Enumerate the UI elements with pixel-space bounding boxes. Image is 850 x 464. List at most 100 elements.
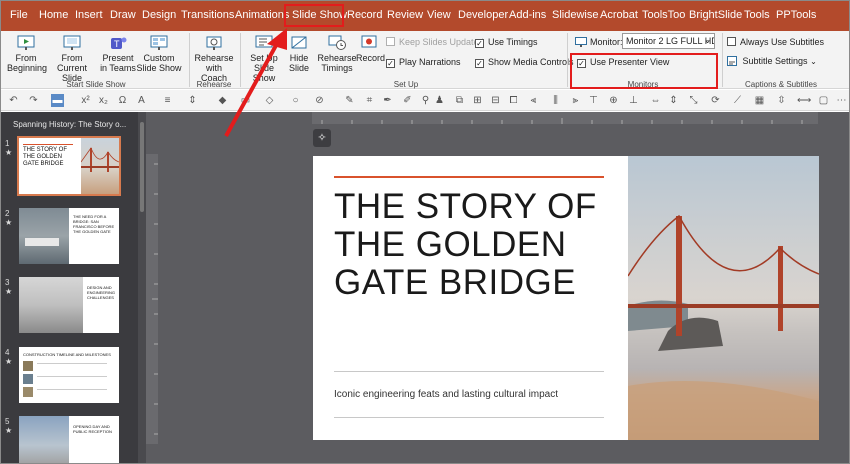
thumbnail-title: CONSTRUCTION TIMELINE AND MILESTONES <box>23 352 111 357</box>
menu-bar: File Home Insert Draw Design Transitions… <box>1 1 849 31</box>
more-icon[interactable]: ⋯ <box>835 94 848 107</box>
align-left-icon[interactable]: ⫷ <box>527 94 540 107</box>
bring-forward-icon[interactable]: ⧠ <box>507 94 520 107</box>
align-objects-icon[interactable]: ⊞ <box>471 94 484 107</box>
tab-review[interactable]: Review <box>387 9 423 21</box>
distribute-icon[interactable]: ⊟ <box>489 94 502 107</box>
distribute-vertical-icon[interactable]: ⇕ <box>667 94 680 107</box>
crop-icon[interactable]: ⌗ <box>363 94 376 107</box>
slide-subtitle[interactable]: Iconic engineering feats and lasting cul… <box>334 389 558 400</box>
tab-insert[interactable]: Insert <box>75 9 103 21</box>
tab-tools[interactable]: Tools <box>744 9 770 21</box>
subscript-icon[interactable]: x₂ <box>97 94 110 107</box>
box-icon[interactable]: ▢ <box>817 94 830 107</box>
scrollbar-thumb[interactable] <box>140 122 144 212</box>
brush-icon[interactable]: ✐ <box>401 94 414 107</box>
use-timings-checkbox[interactable]: ✓ Use Timings <box>475 37 538 48</box>
keep-slides-updated-checkbox[interactable]: Keep Slides Updated <box>386 37 484 47</box>
from-beginning-label: From Beginning <box>7 53 48 73</box>
align-center-icon[interactable]: ⫼ <box>549 94 562 107</box>
spacing-icon[interactable]: ⇳ <box>775 94 788 107</box>
monitor-label: Monitor: <box>590 37 623 47</box>
thumbnail-scrollbar[interactable] <box>138 112 146 463</box>
align-bottom-icon[interactable]: ⊥ <box>627 94 640 107</box>
group-label-set-up: Set Up <box>393 80 419 89</box>
tab-slidewise[interactable]: Slidewise <box>552 9 598 21</box>
font-icon[interactable]: A <box>135 94 148 107</box>
slide-thumbnail-2[interactable]: THE NEED FOR A BRIDGE: SAN FRANCISCO BEF… <box>19 208 119 264</box>
align-icon[interactable]: ≡ <box>161 94 174 107</box>
play-narrations-checkbox[interactable]: ✓ Play Narrations <box>386 57 461 68</box>
group-label-start-slide-show: Start Slide Show <box>66 80 126 89</box>
grid-icon[interactable]: ▦ <box>753 94 766 107</box>
rehearse-timings-button[interactable]: Rehearse Timings <box>317 35 357 73</box>
shape-fill-icon[interactable]: ▬ <box>51 94 64 107</box>
text-direction-icon[interactable]: ⇕ <box>186 94 199 107</box>
timer-icon <box>328 35 346 50</box>
present-in-teams-button[interactable]: T Present in Teams <box>100 35 136 73</box>
effects-icon[interactable]: ⊘ <box>313 94 326 107</box>
keep-slides-updated-label: Keep Slides Updated <box>399 37 484 47</box>
tab-design[interactable]: Design <box>142 9 176 21</box>
thumbnail-number: 1 ★ <box>5 139 13 157</box>
presentation-title: Spanning History: The Story o... <box>13 120 127 129</box>
rotate-icon[interactable]: ⟳ <box>709 94 722 107</box>
align-middle-icon[interactable]: ⊕ <box>607 94 620 107</box>
record-icon <box>361 35 377 48</box>
slide-thumbnail-1[interactable]: THE STORY OF THE GOLDEN GATE BRIDGE <box>17 136 121 196</box>
distribute-horizontal-icon[interactable]: ⇔ <box>649 94 662 107</box>
tab-animations[interactable]: Animations <box>235 9 289 21</box>
format-painter-icon[interactable]: ✎ <box>343 94 356 107</box>
tab-toolstoo[interactable]: ToolsToo <box>642 9 685 21</box>
checkbox-box: ✓ <box>475 59 484 68</box>
line-icon[interactable]: ⟋ <box>731 94 744 107</box>
thumbnail-number: 5 ★ <box>5 417 13 435</box>
redo-icon[interactable]: ↷ <box>27 94 40 107</box>
tab-brightslide[interactable]: BrightSlide <box>689 9 742 21</box>
eyedropper-icon[interactable]: ⚲ <box>419 94 432 107</box>
group-icon[interactable]: ⧉ <box>453 94 466 107</box>
tab-home[interactable]: Home <box>39 9 68 21</box>
show-media-controls-checkbox[interactable]: ✓ Show Media Controls <box>475 57 574 68</box>
always-use-subtitles-checkbox[interactable]: Always Use Subtitles <box>727 37 824 47</box>
subtitle-settings-button[interactable]: Subtitle Settings ⌄ <box>727 56 817 66</box>
slide-thumbnail-4[interactable]: CONSTRUCTION TIMELINE AND MILESTONES <box>19 347 119 403</box>
record-button[interactable]: Record <box>356 35 385 63</box>
align-top-icon[interactable]: ⊤ <box>587 94 600 107</box>
custom-slide-show-button[interactable]: Custom Slide Show <box>136 35 182 73</box>
tab-draw[interactable]: Draw <box>110 9 136 21</box>
from-beginning-button[interactable]: From Beginning <box>7 35 48 73</box>
slide-thumbnail-5[interactable]: OPENING DAY AND PUBLIC RECEPTION <box>19 416 119 463</box>
align-right-icon[interactable]: ⫸ <box>569 94 582 107</box>
tab-transitions[interactable]: Transitions <box>181 9 234 21</box>
tab-view[interactable]: View <box>427 9 451 21</box>
show-media-controls-label: Show Media Controls <box>488 57 574 67</box>
superscript-icon[interactable]: x² <box>79 94 92 107</box>
highlight-slide-show-tab <box>284 4 344 27</box>
golden-gate-bridge-photo[interactable] <box>628 156 819 440</box>
thumbnail-title: DESIGN AND ENGINEERING CHALLENGES <box>87 285 116 300</box>
slide-canvas[interactable]: THE STORY OF THE GOLDEN GATE BRIDGE Icon… <box>313 156 819 440</box>
group-label-captions: Captions & Subtitles <box>744 80 818 89</box>
chevron-down-icon: ⌄ <box>704 36 711 45</box>
stamp-icon[interactable]: ♟ <box>433 94 446 107</box>
pen-icon[interactable]: ✒ <box>381 94 394 107</box>
tab-add-ins[interactable]: Add-ins <box>509 9 546 21</box>
quick-access-toolbar: ↶ ↷ ▬ x² x₂ Ω A ≡ ⇕ ◆ ▭ ◇ ○ ⊘ ✎ ⌗ ✒ ✐ ⚲ … <box>1 90 849 111</box>
divider <box>334 417 604 418</box>
designer-sparkle-icon[interactable]: ✧ <box>313 129 331 147</box>
from-current-slide-button[interactable]: From Current Slide <box>47 35 97 83</box>
monitor-select[interactable]: Monitor 2 LG FULL HD ⌄ <box>622 33 715 49</box>
tab-developer[interactable]: Developer <box>458 9 508 21</box>
present-in-teams-label: Present in Teams <box>100 53 136 73</box>
resize-icon[interactable]: ⤡ <box>687 94 700 107</box>
undo-icon[interactable]: ↶ <box>7 94 20 107</box>
symbol-icon[interactable]: Ω <box>116 94 129 107</box>
tab-pptools[interactable]: PPTools <box>776 9 816 21</box>
slide-title[interactable]: THE STORY OF THE GOLDEN GATE BRIDGE <box>334 188 624 302</box>
tab-file[interactable]: File <box>10 9 28 21</box>
width-icon[interactable]: ⟷ <box>797 94 811 107</box>
tab-acrobat[interactable]: Acrobat <box>600 9 638 21</box>
tab-record[interactable]: Record <box>347 9 382 21</box>
slide-thumbnail-3[interactable]: DESIGN AND ENGINEERING CHALLENGES <box>19 277 119 333</box>
